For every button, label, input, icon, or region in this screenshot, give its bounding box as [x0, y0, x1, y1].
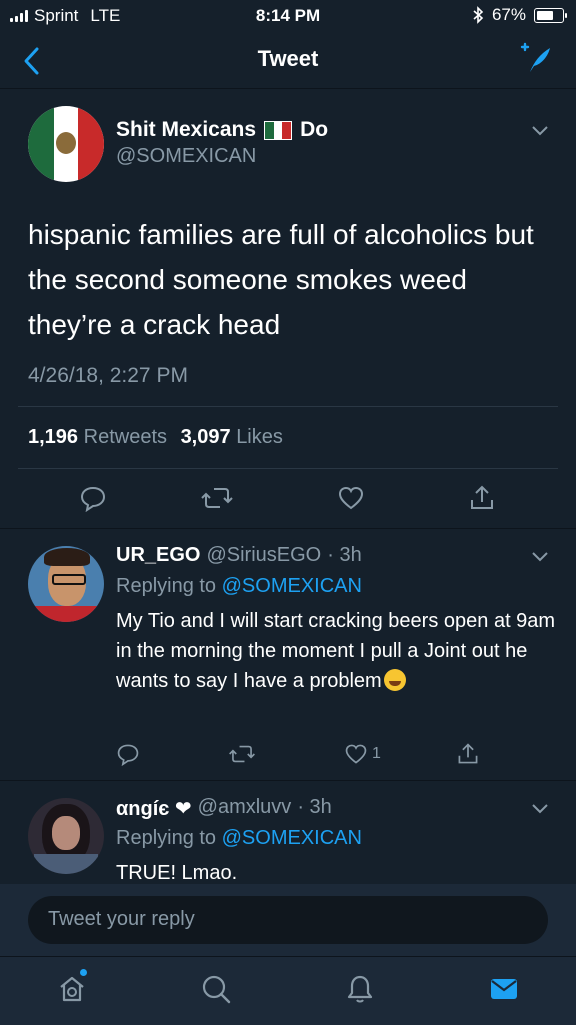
- share-icon[interactable]: [456, 742, 480, 766]
- home-icon[interactable]: [56, 973, 88, 1005]
- reply-placeholder: Tweet your reply: [48, 908, 195, 930]
- replying-to-link[interactable]: @SOMEXICAN: [222, 575, 362, 597]
- retweet-count[interactable]: 1,196: [28, 426, 78, 448]
- like-button[interactable]: 1: [344, 742, 381, 766]
- reply-tweet[interactable]: αngíє ❤ @amxluvv · 3h Replying to @SOMEX…: [0, 780, 576, 884]
- display-name[interactable]: αngíє ❤: [116, 796, 192, 821]
- reply-time: · 3h: [297, 796, 332, 818]
- tweet-text: hispanic families are full of alcoholics…: [28, 219, 534, 340]
- new-content-dot: [80, 969, 87, 976]
- reply-icon[interactable]: [79, 484, 107, 512]
- avatar[interactable]: [28, 546, 104, 622]
- reply-icon[interactable]: [116, 742, 140, 766]
- handle[interactable]: @amxluvv: [198, 796, 292, 821]
- reply-composer: Tweet your reply: [0, 884, 576, 956]
- tab-bar: [0, 956, 576, 1025]
- handle[interactable]: @SOMEXICAN: [116, 145, 256, 168]
- share-icon[interactable]: [468, 484, 496, 512]
- avatar[interactable]: [28, 106, 104, 182]
- mexico-flag-icon: [264, 120, 293, 140]
- flag-emblem-icon: [56, 132, 76, 154]
- replying-to-link[interactable]: @SOMEXICAN: [222, 827, 362, 849]
- page-title: Tweet: [257, 46, 319, 71]
- retweet-icon[interactable]: [228, 742, 256, 766]
- engagement-counts: 1,196 Retweets 3,097 Likes: [28, 426, 283, 449]
- reply-header: UR_EGO @SiriusEGO · 3h: [116, 544, 362, 567]
- search-icon[interactable]: [200, 973, 232, 1005]
- reply-input[interactable]: Tweet your reply: [28, 896, 548, 944]
- reply-header: αngíє ❤ @amxluvv · 3h: [116, 796, 332, 821]
- display-name[interactable]: Shit Mexicans Do: [116, 118, 328, 142]
- notifications-icon[interactable]: [344, 973, 376, 1005]
- reply-tweet[interactable]: UR_EGO @SiriusEGO · 3h Replying to @SOME…: [0, 528, 576, 781]
- top-nav: Tweet: [0, 34, 576, 89]
- reply-time: · 3h: [327, 544, 362, 566]
- caret-down-icon[interactable]: [530, 802, 550, 816]
- avatar[interactable]: [28, 798, 104, 874]
- likes-label[interactable]: Likes: [236, 426, 283, 448]
- tweet-date: 4/26/18, 2:27 PM: [28, 364, 188, 387]
- caret-down-icon[interactable]: [530, 124, 550, 138]
- retweets-label[interactable]: Retweets: [84, 426, 167, 448]
- compose-icon[interactable]: [518, 42, 554, 78]
- bluetooth-icon: [473, 6, 484, 24]
- handle[interactable]: @SiriusEGO: [206, 544, 321, 567]
- status-bar: Sprint LTE 8:14 PM 67%: [0, 0, 576, 34]
- reply-text: My Tio and I will start cracking beers o…: [116, 610, 556, 692]
- like-count[interactable]: 3,097: [181, 426, 231, 448]
- replying-to: Replying to @SOMEXICAN: [116, 575, 362, 597]
- display-name[interactable]: UR_EGO: [116, 544, 200, 567]
- like-icon: [345, 744, 367, 764]
- replying-to: Replying to @SOMEXICAN: [116, 827, 362, 849]
- caret-down-icon[interactable]: [530, 550, 550, 564]
- battery-percent: 67%: [491, 5, 526, 24]
- main-tweet: Shit Mexicans Do @SOMEXICAN hispanic fam…: [0, 88, 576, 529]
- tweet-actions: [0, 484, 576, 512]
- like-icon[interactable]: [337, 484, 365, 512]
- messages-icon[interactable]: [488, 973, 520, 1005]
- battery-icon: [534, 7, 567, 23]
- retweet-icon[interactable]: [200, 484, 234, 512]
- laughing-emoji-icon: [383, 669, 406, 691]
- like-count: 1: [372, 745, 381, 762]
